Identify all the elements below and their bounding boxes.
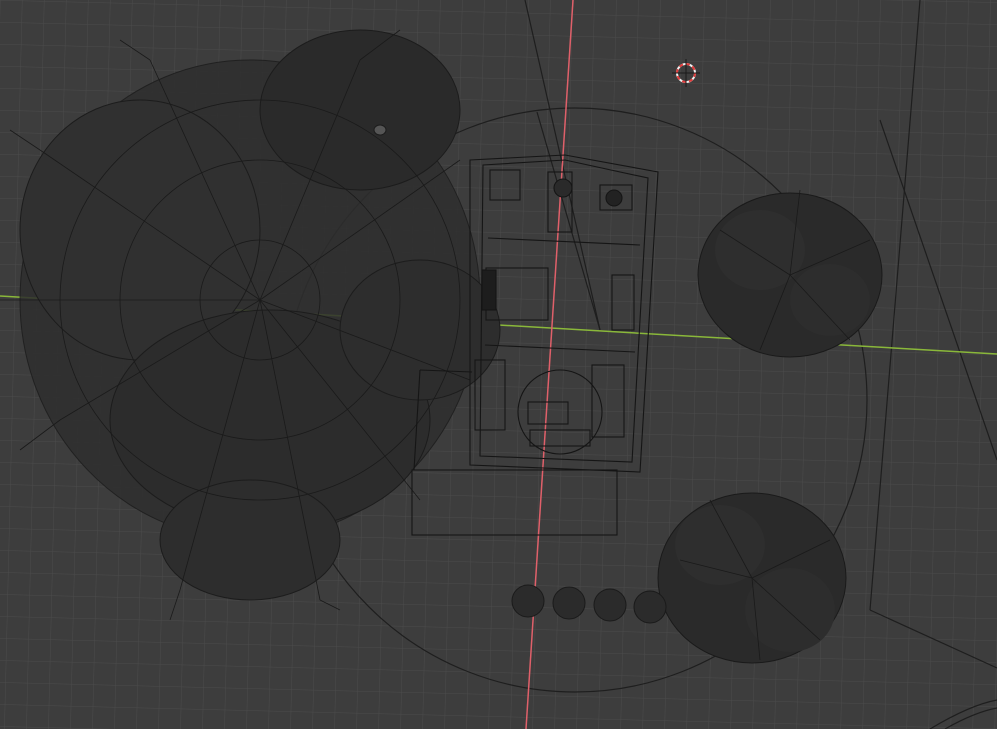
- shrub: [552, 586, 586, 620]
- shrub: [633, 590, 667, 624]
- shrub: [511, 584, 545, 618]
- viewport-canvas[interactable]: [0, 0, 997, 729]
- 3d-viewport[interactable]: [0, 0, 997, 729]
- shrub: [593, 588, 627, 622]
- tree-right-lower[interactable]: [657, 492, 847, 664]
